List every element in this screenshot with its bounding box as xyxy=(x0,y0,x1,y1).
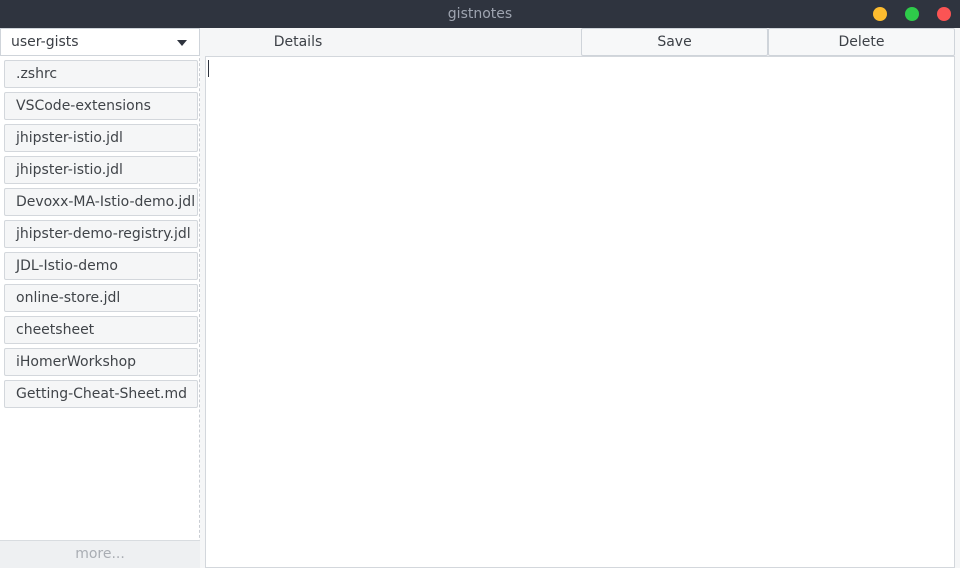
list-item[interactable]: jhipster-istio.jdl xyxy=(4,124,198,152)
list-item[interactable]: JDL-Istio-demo xyxy=(4,252,198,280)
list-item[interactable]: jhipster-istio.jdl xyxy=(4,156,198,184)
gist-sidebar: user-gists .zshrc VSCode-extensions jhip… xyxy=(0,28,200,568)
list-item[interactable]: Devoxx-MA-Istio-demo.jdl xyxy=(4,188,198,216)
maximize-window-button[interactable] xyxy=(905,7,919,21)
delete-button[interactable]: Delete xyxy=(768,28,955,56)
window-title: gistnotes xyxy=(447,6,513,22)
list-item[interactable]: Getting-Cheat-Sheet.md xyxy=(4,380,198,408)
list-item[interactable]: .zshrc xyxy=(4,60,198,88)
title-bar: gistnotes xyxy=(0,0,960,28)
app-window: gistnotes user-gists .zshrc VSCode-exten… xyxy=(0,0,960,568)
list-item[interactable]: jhipster-demo-registry.jdl xyxy=(4,220,198,248)
gist-source-select[interactable]: user-gists xyxy=(0,28,200,56)
list-item[interactable]: iHomerWorkshop xyxy=(4,348,198,376)
list-item[interactable]: cheetsheet xyxy=(4,316,198,344)
save-button[interactable]: Save xyxy=(581,28,768,56)
list-item[interactable]: online-store.jdl xyxy=(4,284,198,312)
chevron-down-icon xyxy=(177,40,187,46)
list-item[interactable]: VSCode-extensions xyxy=(4,92,198,120)
text-cursor xyxy=(208,60,209,77)
close-window-button[interactable] xyxy=(937,7,951,21)
details-label: Details xyxy=(273,34,323,50)
minimize-window-button[interactable] xyxy=(873,7,887,21)
gist-content-editor[interactable] xyxy=(205,56,955,568)
gist-source-value: user-gists xyxy=(11,34,79,50)
more-button[interactable]: more... xyxy=(0,540,200,568)
